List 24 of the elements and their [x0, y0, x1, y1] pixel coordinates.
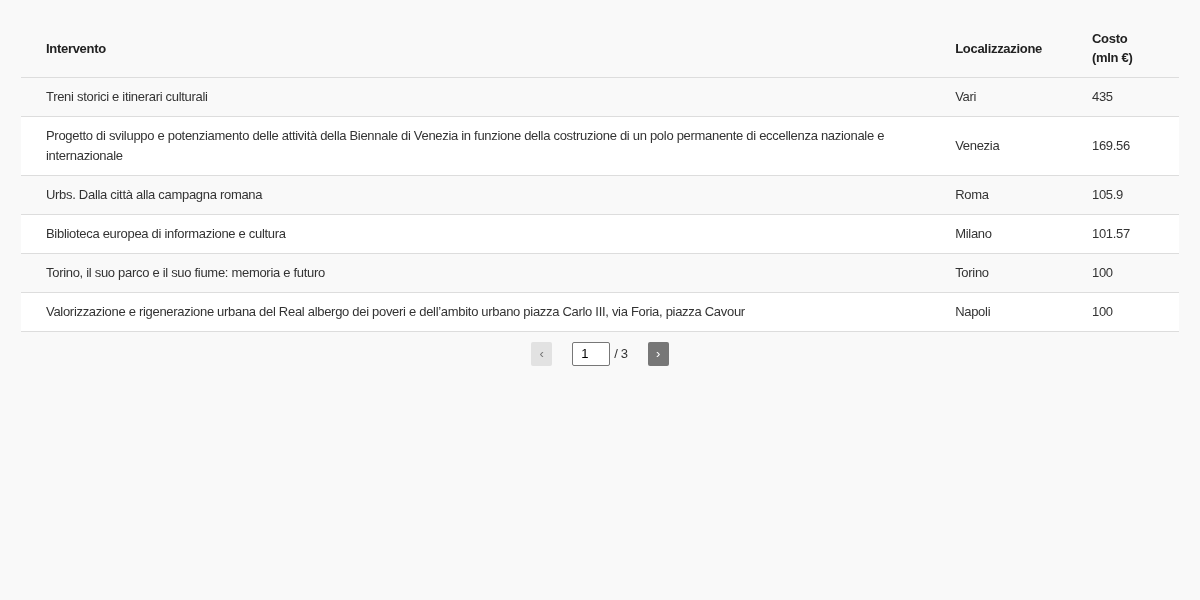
table-cell: Torino, il suo parco e il suo fiume: memoria e futuro — [21, 253, 931, 292]
table-cell: 100 — [1067, 253, 1179, 292]
table-cell: 105.9 — [1067, 175, 1179, 214]
table-cell: Vari — [930, 77, 1067, 116]
column-header: Intervento — [21, 20, 931, 77]
table-cell: Napoli — [930, 292, 1067, 331]
table-cell: Roma — [930, 175, 1067, 214]
table-cell: 169.56 — [1067, 116, 1179, 175]
table-cell: Progetto di sviluppo e potenziamento delle attività della Biennale di Venezia in funzione della costruzione di un polo permanente di eccellenza nazionale e internazionale — [21, 116, 931, 175]
table-cell: Milano — [930, 214, 1067, 253]
next-page-button[interactable]: › — [647, 341, 669, 366]
page-number-field[interactable]: 1 — [572, 341, 611, 366]
table-cell: Biblioteca europea di informazione e cultura — [21, 214, 931, 253]
table-cell: Urbs. Dalla città alla campagna romana — [21, 175, 931, 214]
table-cell: 435 — [1067, 77, 1179, 116]
table-cell: Venezia — [930, 116, 1067, 175]
table-cell: 100 — [1067, 292, 1179, 331]
table-cell: 101.57 — [1067, 214, 1179, 253]
column-header: Localizzazione — [930, 20, 1067, 77]
table-cell: Treni storici e itinerari culturali — [21, 77, 931, 116]
page-total: / 3 — [614, 344, 628, 363]
table-cell: Torino — [930, 253, 1067, 292]
table-cell: Valorizzazione e rigenerazione urbana del Real albergo dei poveri e dell’ambito urbano piazza Carlo III, via Foria, piazza Cavour — [21, 292, 931, 331]
column-header: Costo (mln €) — [1067, 20, 1179, 77]
